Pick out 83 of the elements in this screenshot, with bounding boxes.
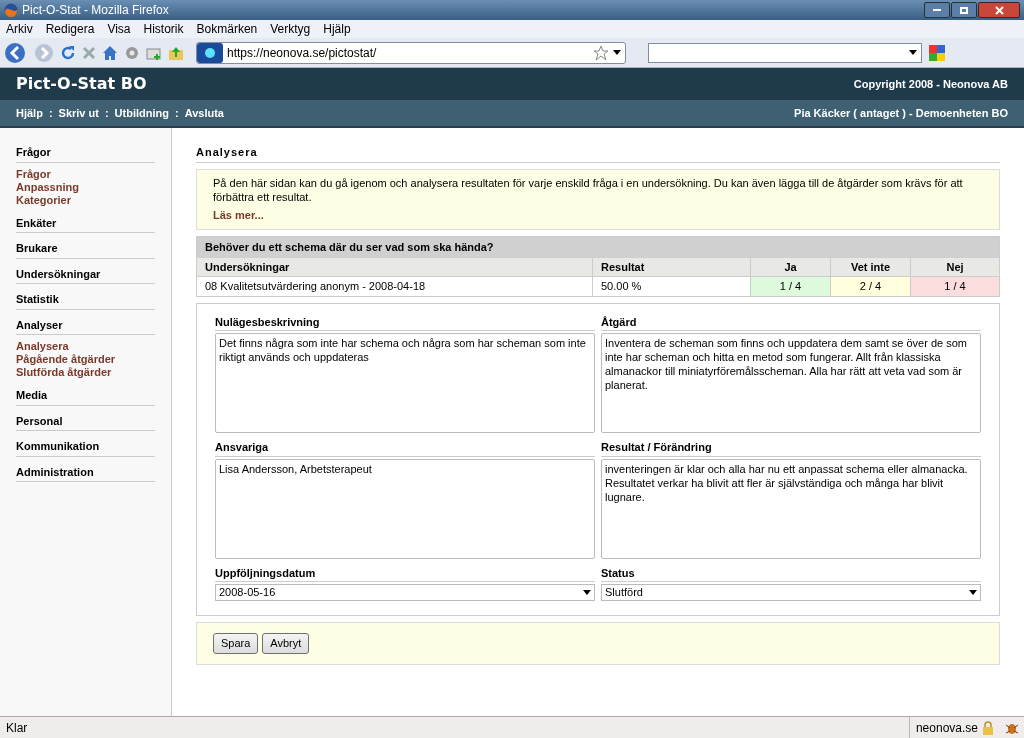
star-icon[interactable] [593,44,609,61]
sidebar-heading[interactable]: Kommunikation [16,438,155,457]
column-header: Nej [910,257,999,276]
sidebar-heading[interactable]: Administration [16,463,155,482]
sidebar-link[interactable]: Kategorier [16,193,155,207]
gear-icon[interactable] [124,44,140,61]
dropdown[interactable]: Slutförd [601,584,981,601]
column-header: Vet inte [830,257,910,276]
sidebar-heading[interactable]: Enkäter [16,214,155,233]
field-label: Status [601,564,981,582]
sidebar-link[interactable]: Frågor [16,167,155,181]
page-heading: Analysera [196,144,1000,163]
menu-item[interactable]: Bokmärken [196,20,258,38]
sidebar-heading[interactable]: Personal [16,412,155,431]
browser-icon [4,3,18,17]
minimize-button[interactable] [924,2,950,18]
back-icon[interactable] [4,41,28,64]
sidebar-heading[interactable]: Statistik [16,291,155,310]
window-title: Pict-O-Stat - Mozilla Firefox [22,2,169,19]
domain-text: neonova.se [915,719,978,737]
question-heading: Behöver du ett schema där du ser vad som ska hända? [197,237,999,258]
caret-icon [969,590,977,595]
field-label: Ansvariga [215,439,595,457]
info-text: På den här sidan kan du gå igenom och analysera resultaten för varje enskild fråga i en undersökning. Du kan även lägga till de åtgärder som krävs för att förbättra ett resultat. [213,175,964,204]
sidebar-heading[interactable]: Undersökningar [16,265,155,284]
sidebar-link[interactable]: Analysera [16,340,155,353]
table-cell: 1 / 4 [910,277,999,296]
site-title: Pict-O-Stat BO [16,73,147,95]
field-label: Uppföljningsdatum [215,564,595,582]
stop-icon[interactable] [82,45,96,60]
table-cell: 2 / 4 [830,277,910,296]
sidebar-link[interactable]: Slutförda åtgärder [16,366,155,379]
home-icon[interactable] [102,44,118,61]
form-button[interactable]: Spara [213,633,259,654]
sidebar-heading[interactable]: Media [16,387,155,406]
menu-item[interactable]: Visa [107,20,131,38]
search-field[interactable] [648,42,922,63]
text-area[interactable]: Det finns några som inte har schema och några som har scheman som inte riktigt används och uppdateras [215,333,595,433]
close-button[interactable] [978,2,1020,18]
caret-icon [909,50,917,55]
sidebar-heading[interactable]: Brukare [16,240,155,259]
nav-link[interactable]: Skriv ut [58,104,99,122]
menu-item[interactable]: Redigera [45,20,95,38]
text-area[interactable]: inventeringen är klar och alla har nu ett anpassat schema eller almanacka. Resultatet verkar ha blivit att fler är självständiga och många har blivit lugnare. [601,458,981,559]
sidebar-heading[interactable]: Frågor [16,144,155,163]
status-text: Klar [5,719,29,737]
maximize-button[interactable] [951,2,977,18]
menu-item[interactable]: Historik [143,20,184,38]
sidebar-link[interactable]: Anpassning [16,180,155,194]
nav-link[interactable]: Hjälp [16,104,43,122]
user-text: Pia Käcker ( antaget ) - Demoenheten BO [794,105,1008,121]
sidebar-heading[interactable]: Analyser [16,316,155,335]
site-icon [197,42,223,63]
separator-text: : [48,105,53,121]
form-button[interactable]: Avbryt [262,633,310,654]
caret-icon [613,50,621,55]
field-label: Åtgärd [601,313,981,331]
menu-item[interactable]: Verktyg [270,20,311,38]
dropdown[interactable]: 2008-05-16 [215,584,595,601]
reload-icon[interactable] [60,44,76,61]
close-icon [994,5,1004,15]
column-header: Ja [750,257,830,276]
nav-link[interactable]: Avsluta [184,104,224,122]
read-more-link[interactable]: Läs mer... [213,206,983,223]
text-area[interactable]: Inventera de scheman som finns och uppdatera dem samt se över de som inte har scheman och hitta en metod som fungerar. Allt från klassiska almanackor till miniatyrföremålsscheman. Alla har rätt att veta vad som är planerat. [601,333,981,433]
copyright-text: Copyright 2008 - Neonova AB [853,76,1008,92]
column-header: Undersökningar [204,259,291,275]
lock-icon [982,720,994,735]
text-area[interactable]: Lisa Andersson, Arbetsterapeut [215,458,595,559]
column-header: Resultat [592,257,750,276]
caret-icon [583,590,591,595]
separator-text: : [104,105,109,121]
sidebar-link[interactable]: Pågående åtgärder [16,353,155,366]
field-label: Resultat / Förändring [601,439,981,457]
table-cell-text: 08 Kvalitetsutvärdering anonym - 2008-04-18 [204,279,427,294]
field-label: Nulägesbeskrivning [215,313,595,331]
address-field[interactable]: https://neonova.se/pictostat/ [196,41,626,64]
search-engine-icon[interactable] [928,43,946,62]
menu-item[interactable]: Hjälp [323,20,351,38]
menu-item[interactable]: Arkiv [6,20,33,38]
separator-text: : [175,105,179,121]
table-cell: 1 / 4 [750,277,830,296]
nav-link[interactable]: Utbildning [114,104,169,122]
